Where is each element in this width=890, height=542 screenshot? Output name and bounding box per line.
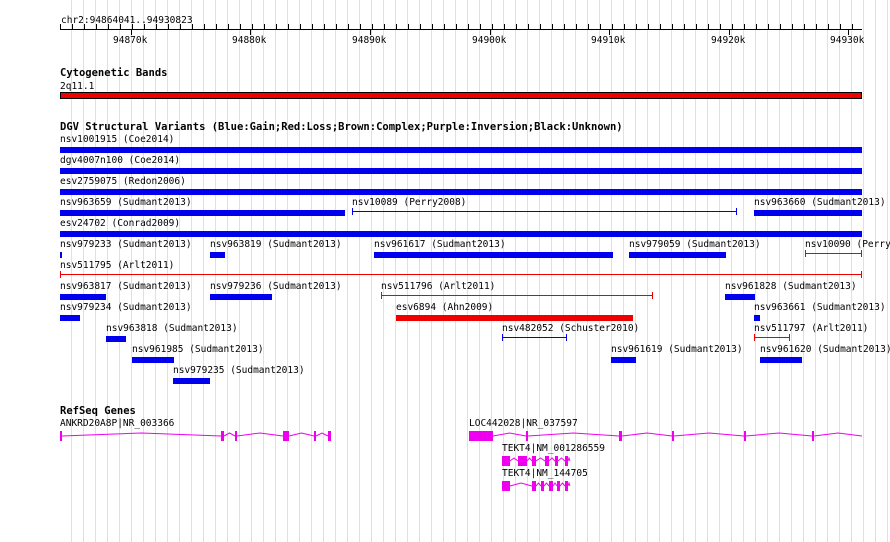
loc442028-intron	[527, 432, 620, 437]
tekt4-b-intron	[535, 482, 542, 487]
loc442028-exon[interactable]	[526, 431, 528, 441]
tekt4-a-exon[interactable]	[518, 456, 527, 466]
loc442028-exon[interactable]	[619, 431, 622, 441]
gene-label[interactable]: ANKRD20A8P|NR_003366	[60, 418, 174, 429]
tekt4-b-intron	[543, 482, 550, 487]
ankrd20a8p-intron	[61, 432, 222, 437]
loc442028-intron	[745, 432, 813, 437]
loc442028-exon[interactable]	[469, 431, 493, 441]
ankrd20a8p-intron	[288, 432, 315, 437]
loc442028-exon[interactable]	[672, 431, 674, 441]
loc442028-exon[interactable]	[744, 431, 746, 441]
gene-label[interactable]: TEKT4|NM_144705	[502, 468, 588, 479]
gene-label[interactable]: LOC442028|NR_037597	[469, 418, 578, 429]
tekt4-a-intron	[557, 457, 566, 462]
tekt4-b-exon[interactable]	[565, 481, 568, 491]
tekt4-b-exon[interactable]	[541, 481, 544, 491]
tekt4-b-intron	[509, 482, 533, 487]
ankrd20a8p-exon[interactable]	[60, 431, 62, 441]
ankrd20a8p-exon[interactable]	[235, 431, 237, 441]
ankrd20a8p-intron	[315, 432, 329, 437]
loc442028-exon[interactable]	[812, 431, 814, 441]
tekt4-b-intron	[552, 482, 558, 487]
loc442028-intron	[621, 432, 673, 437]
tekt4-a-exon[interactable]	[555, 456, 558, 466]
ankrd20a8p-exon[interactable]	[283, 431, 289, 441]
tekt4-a-exon[interactable]	[502, 456, 510, 466]
tekt4-a-intron	[548, 457, 556, 462]
loc442028-intron	[673, 432, 745, 437]
tekt4-a-exon[interactable]	[565, 456, 568, 466]
ankrd20a8p-exon[interactable]	[314, 431, 316, 441]
ankrd20a8p-intron	[236, 432, 284, 437]
tekt4-b-intron	[567, 481, 571, 487]
tekt4-a-exon[interactable]	[545, 456, 549, 466]
tekt4-b-intron	[559, 482, 566, 487]
gene-label[interactable]: TEKT4|NM_001286559	[502, 443, 605, 454]
gene-models	[60, 431, 863, 491]
ankrd20a8p-exon[interactable]	[328, 431, 331, 441]
loc442028-intron	[813, 432, 863, 437]
tekt4-a-intron	[509, 457, 519, 462]
tekt4-a-intron	[526, 457, 533, 462]
ankrd20a8p-intron	[223, 432, 236, 437]
genome-browser-panel: chr2:94864041..94930823 94870k 94880k 9489…	[0, 0, 890, 542]
tekt4-b-exon[interactable]	[549, 481, 553, 491]
ankrd20a8p-exon[interactable]	[221, 431, 224, 441]
tekt4-a-intron	[535, 457, 546, 462]
loc442028-intron	[492, 432, 527, 437]
tekt4-b-exon[interactable]	[557, 481, 560, 491]
tekt4-a-intron	[567, 456, 571, 462]
tekt4-b-exon[interactable]	[502, 481, 510, 491]
tekt4-b-exon[interactable]	[532, 481, 536, 491]
tekt4-a-exon[interactable]	[532, 456, 536, 466]
